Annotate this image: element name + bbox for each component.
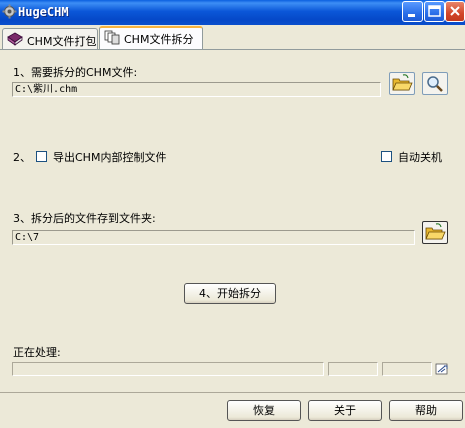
export-control-files-checkbox[interactable] — [36, 151, 47, 162]
tab-strip: CHM文件打包 CHM文件拆分 — [0, 25, 465, 51]
tab-label: CHM文件打包 — [27, 35, 97, 48]
start-split-button[interactable]: 4、开始拆分 — [184, 283, 276, 304]
search-chm-button[interactable] — [422, 72, 448, 95]
maximize-button[interactable] — [424, 1, 445, 22]
export-control-files-label: 导出CHM内部控制文件 — [53, 151, 167, 164]
auto-shutdown-checkbox[interactable] — [381, 151, 392, 162]
open-folder-icon — [425, 223, 446, 240]
split-panel: 1、需要拆分的CHM文件: C:\紫川.chm 2、 导出CHM内部控制文件 自… — [0, 49, 465, 393]
footer-bar: 恢复 关于 帮助 — [0, 392, 465, 428]
tab-chm-pack[interactable]: CHM文件打包 — [2, 28, 98, 49]
magnifier-icon — [427, 76, 443, 92]
maximize-icon — [428, 5, 441, 17]
browse-folder-button[interactable] — [422, 221, 448, 244]
window-title: HugeCHM — [18, 5, 69, 19]
step1-label: 1、需要拆分的CHM文件: — [13, 66, 138, 79]
status-cell — [382, 362, 432, 376]
step3-label: 3、拆分后的文件存到文件夹: — [13, 212, 156, 225]
close-icon — [450, 6, 460, 16]
tab-label: CHM文件拆分 — [124, 33, 194, 46]
progress-bar — [12, 362, 324, 376]
minimize-button[interactable] — [402, 1, 423, 22]
minimize-icon — [408, 14, 415, 17]
browse-chm-button[interactable] — [389, 72, 415, 95]
status-cell — [328, 362, 378, 376]
book-icon — [7, 32, 23, 46]
close-button[interactable] — [445, 1, 465, 22]
open-folder-icon — [392, 74, 413, 91]
title-bar[interactable]: HugeCHM — [0, 0, 465, 25]
app-gear-icon — [2, 4, 17, 19]
size-grip-icon[interactable] — [435, 361, 451, 377]
output-folder-field[interactable]: C:\7 — [12, 230, 415, 245]
chm-file-path-field[interactable]: C:\紫川.chm — [12, 82, 381, 97]
auto-shutdown-label: 自动关机 — [398, 151, 442, 164]
about-button[interactable]: 关于 — [308, 400, 382, 421]
step2-label: 2、 — [13, 151, 31, 164]
tab-chm-split[interactable]: CHM文件拆分 — [99, 26, 203, 50]
processing-label: 正在处理: — [13, 346, 61, 359]
help-button[interactable]: 帮助 — [389, 400, 463, 421]
split-files-icon — [104, 30, 120, 45]
restore-button[interactable]: 恢复 — [227, 400, 301, 421]
